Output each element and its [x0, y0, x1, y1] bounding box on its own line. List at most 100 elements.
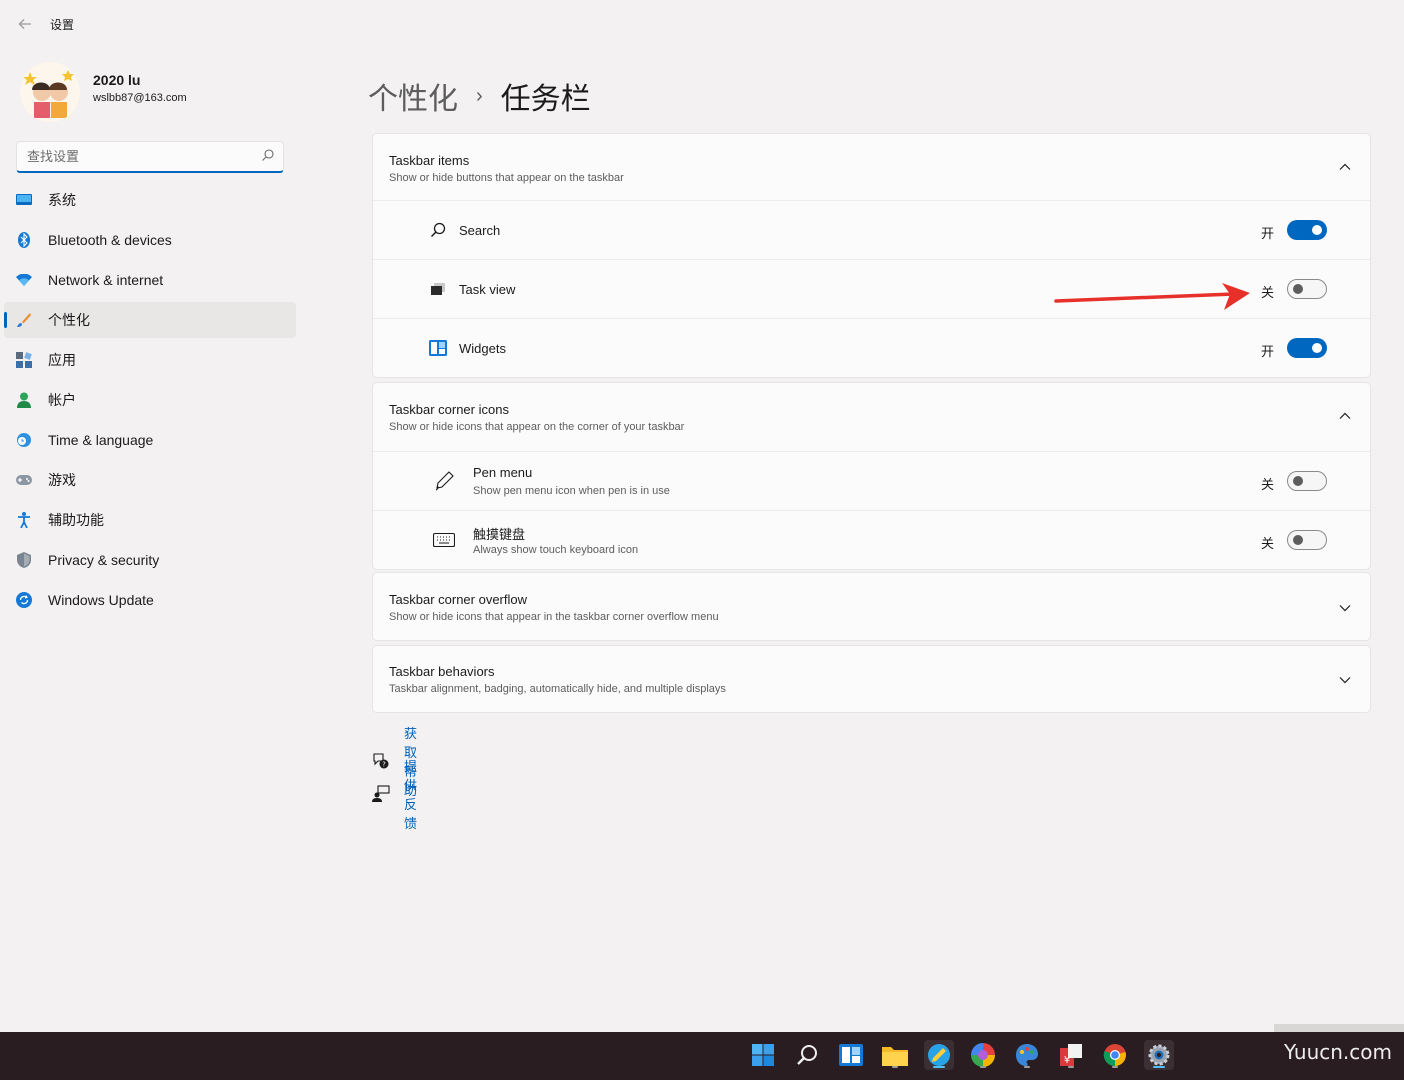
file-explorer-icon	[882, 1047, 908, 1066]
user-email: wslbb87@163.com	[93, 92, 187, 104]
row-label: Widgets	[459, 341, 506, 356]
running-indicator	[1068, 1066, 1074, 1068]
sidebar-item-personalization[interactable]: 个性化	[4, 302, 296, 338]
accessibility-icon	[16, 512, 32, 528]
sidebar-item-network[interactable]: Network & internet	[4, 262, 296, 298]
taskbar-corner-icons-header[interactable]: Taskbar corner icons Show or hide icons …	[373, 383, 1370, 451]
keyboard-icon	[431, 529, 457, 551]
taskbar-corner-overflow-card[interactable]: Taskbar corner overflow Show or hide ico…	[372, 572, 1371, 641]
sidebar-item-label: Network & internet	[48, 272, 164, 288]
shield-icon	[16, 552, 32, 568]
toggle-state-label: 关	[1260, 536, 1274, 551]
taskbar-file-explorer[interactable]	[880, 1040, 910, 1070]
taskbar-color-app[interactable]	[968, 1040, 998, 1070]
running-indicator	[980, 1066, 986, 1068]
annotation-arrow-icon	[1054, 283, 1250, 310]
help-chat-icon: ?	[373, 752, 389, 768]
widgets-icon	[839, 1044, 863, 1066]
update-icon	[16, 592, 32, 608]
taskbar-items-header[interactable]: Taskbar items Show or hide buttons that …	[373, 134, 1370, 200]
row-label: 触摸键盘	[473, 527, 526, 542]
section-subtitle: Show or hide buttons that appear on the …	[389, 172, 624, 184]
feedback-text: 提供反馈	[404, 758, 418, 831]
taskbar-behaviors-card[interactable]: Taskbar behaviors Taskbar alignment, bad…	[372, 645, 1371, 713]
sidebar-item-label: 帐户	[48, 392, 76, 408]
sidebar-item-time-language[interactable]: Time & language	[4, 422, 296, 458]
search-toggle[interactable]	[1287, 220, 1327, 240]
running-indicator	[892, 1066, 898, 1068]
section-title: Taskbar corner overflow	[389, 592, 527, 607]
taskbar-pencil-app[interactable]	[924, 1040, 954, 1070]
taskbar-paint-app[interactable]	[1012, 1040, 1042, 1070]
taskbar-search-button[interactable]	[792, 1040, 822, 1070]
taskbar-settings[interactable]	[1144, 1040, 1174, 1070]
running-indicator	[1153, 1066, 1165, 1068]
brush-icon	[16, 312, 32, 328]
row-sublabel: Always show touch keyboard icon	[473, 544, 639, 556]
section-subtitle: Show or hide icons that appear on the co…	[389, 421, 685, 433]
taskbar-chrome[interactable]	[1100, 1040, 1130, 1070]
touch-keyboard-toggle[interactable]	[1287, 530, 1327, 550]
chrome-icon	[1103, 1044, 1126, 1067]
sidebar-item-apps[interactable]: 应用	[4, 342, 296, 378]
start-icon	[752, 1044, 774, 1066]
breadcrumb-parent[interactable]: 个性化	[368, 74, 458, 118]
pen-menu-row: Pen menu Show pen menu icon when pen is …	[373, 451, 1370, 510]
search-box[interactable]	[16, 141, 284, 173]
chevron-down-icon	[1339, 605, 1351, 612]
widgets-row: Widgets 开	[373, 318, 1370, 377]
globe-clock-icon	[16, 432, 32, 448]
taskbar-widgets-button[interactable]	[836, 1040, 866, 1070]
touch-keyboard-row: 触摸键盘 Always show touch keyboard icon 关	[373, 510, 1370, 569]
settings-icon	[1148, 1044, 1170, 1066]
sidebar-item-windows-update[interactable]: Windows Update	[4, 582, 296, 618]
sidebar-item-privacy[interactable]: Privacy & security	[4, 542, 296, 578]
title-bar: 设置	[0, 0, 1404, 48]
finance-app-icon: ¥	[1060, 1044, 1082, 1066]
avatar[interactable]	[20, 62, 80, 122]
back-arrow-icon	[18, 19, 31, 29]
row-sublabel: Show pen menu icon when pen is in use	[473, 485, 670, 497]
section-subtitle: Taskbar alignment, badging, automaticall…	[389, 683, 726, 695]
sidebar-item-gaming[interactable]: 游戏	[4, 462, 296, 498]
pen-menu-toggle[interactable]	[1287, 471, 1327, 491]
section-title: Taskbar corner icons	[389, 402, 509, 417]
svg-text:?: ?	[382, 760, 386, 768]
sidebar-item-accounts[interactable]: 帐户	[4, 382, 296, 418]
windows-taskbar	[0, 1032, 1404, 1080]
search-input[interactable]	[17, 142, 247, 170]
widgets-toggle[interactable]	[1287, 338, 1327, 358]
running-indicator	[933, 1066, 945, 1068]
chevron-up-icon	[1339, 412, 1351, 419]
system-icon	[16, 192, 32, 208]
taskbar-corner-icons-card: Taskbar corner icons Show or hide icons …	[372, 382, 1371, 570]
search-icon	[429, 221, 447, 239]
taskbar-finance-app[interactable]: ¥	[1056, 1040, 1086, 1070]
feedback-icon	[372, 784, 390, 802]
task-view-toggle[interactable]	[1287, 279, 1327, 299]
apps-icon	[16, 352, 32, 368]
taskbar-start-button[interactable]	[748, 1040, 778, 1070]
sidebar-item-label: 辅助功能	[48, 512, 104, 528]
pen-icon	[431, 470, 457, 492]
sidebar-item-label: 游戏	[48, 472, 76, 488]
sidebar-item-accessibility[interactable]: 辅助功能	[4, 502, 296, 538]
sidebar-item-label: 系统	[48, 192, 76, 208]
toggle-state-label: 关	[1260, 285, 1274, 300]
search-icon	[262, 149, 274, 161]
section-title: Taskbar items	[389, 153, 470, 168]
sidebar-nav: 系统 Bluetooth & devices Network & interne…	[4, 182, 296, 622]
row-label: Pen menu	[473, 465, 533, 480]
sidebar-item-system[interactable]: 系统	[4, 182, 296, 218]
section-subtitle: Show or hide icons that appear in the ta…	[389, 611, 719, 623]
bluetooth-icon	[16, 232, 32, 248]
search-icon	[797, 1045, 817, 1065]
section-title: Taskbar behaviors	[389, 664, 495, 679]
sidebar-item-label: Windows Update	[48, 592, 154, 608]
sidebar-item-bluetooth[interactable]: Bluetooth & devices	[4, 222, 296, 258]
breadcrumb: 个性化 › 任务栏	[368, 74, 591, 118]
page-title: 任务栏	[500, 83, 591, 116]
chevron-down-icon	[1339, 677, 1351, 684]
back-button[interactable]	[14, 13, 36, 35]
taskbar-items-card: Taskbar items Show or hide buttons that …	[372, 133, 1371, 378]
